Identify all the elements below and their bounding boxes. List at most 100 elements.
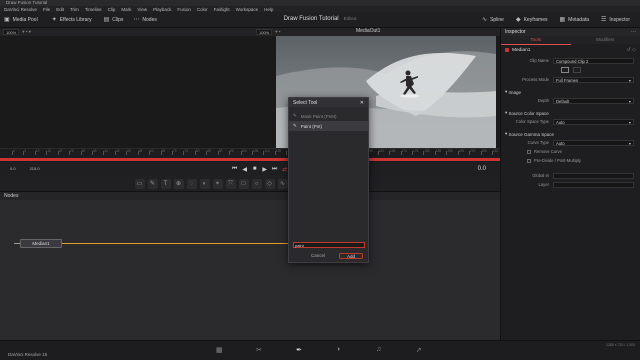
section-source-gamma[interactable]: ▾ Source Gamma Space <box>501 130 640 138</box>
blur-tool-icon[interactable]: ◌ <box>186 178 197 189</box>
mask-bspline-icon[interactable]: ∿ <box>277 178 288 189</box>
image-view-icon[interactable] <box>560 67 569 73</box>
menu-fusion[interactable]: Fusion <box>177 7 191 12</box>
go-to-end-icon[interactable]: ⏭ <box>270 166 280 173</box>
mask-rect-icon[interactable]: □ <box>238 178 249 189</box>
spline-icon: ∿ <box>482 17 488 23</box>
ruler-tick-label: 85 <box>207 149 211 153</box>
ruler-tick-label: 65 <box>161 149 166 153</box>
text-tool-icon[interactable]: T <box>160 178 171 189</box>
reset-icon[interactable]: ↺ ◇ <box>627 47 636 53</box>
median-node[interactable]: Median1 <box>20 239 62 248</box>
color-space-type-select[interactable]: Auto ▾ <box>553 118 634 125</box>
layer-row: Layer <box>501 180 640 189</box>
inspector-button[interactable]: ☰ Inspector <box>597 12 634 28</box>
nodes-canvas[interactable] <box>0 200 500 340</box>
dialog-item-paint[interactable]: ✎ Paint (Pnt) <box>289 121 368 131</box>
ruler-tick-label: 5 <box>24 149 27 153</box>
left-viewer-bar: 100% ▾ ▪ ▾ <box>0 28 272 36</box>
pre-divide-row[interactable]: Pre-Divide / Post-Multiply <box>501 156 640 165</box>
ruler-tick-label: 165 <box>390 149 396 153</box>
spline-button[interactable]: ∿ Spline <box>478 12 508 28</box>
ruler-tick-label: 110 <box>264 149 270 153</box>
background-tool-icon[interactable]: ▭ <box>134 178 145 189</box>
keyframes-button[interactable]: ◆ Keyframes <box>512 12 552 28</box>
metadata-icon: ▦ <box>559 17 566 23</box>
nodes-button[interactable]: ⋯ Nodes <box>129 12 160 28</box>
curve-type-select[interactable]: Auto ▾ <box>553 139 634 146</box>
menu-color[interactable]: Color <box>197 7 208 12</box>
remove-curve-row[interactable]: Remove Curve <box>501 147 640 156</box>
menu-fairlight[interactable]: Fairlight <box>214 7 230 12</box>
layer-field[interactable] <box>553 181 634 188</box>
go-to-start-icon[interactable]: ⏮ <box>230 166 240 173</box>
ruler-tick-label: 10 <box>35 149 40 153</box>
dialog-item-mask-paint[interactable]: ✎ Mask Paint (PnM) <box>289 111 368 121</box>
ruler-tick-label: 200 <box>470 149 476 153</box>
ruler-tick-label: 40 <box>104 149 108 153</box>
inspector-icon: ☰ <box>601 17 607 23</box>
ruler-tick-label: 20 <box>58 149 63 153</box>
start-time[interactable]: 0.0 <box>8 166 18 172</box>
add-button[interactable]: Add <box>339 253 363 259</box>
current-frame[interactable]: 0.0 <box>478 166 486 172</box>
node-color-icon <box>505 48 509 52</box>
color-page-icon[interactable]: ◑ <box>336 346 340 353</box>
media-page-icon[interactable]: ▦ <box>216 346 223 354</box>
tab-tools[interactable]: Tools <box>501 36 571 45</box>
global-in-row: Global In <box>501 171 640 180</box>
stop-icon[interactable]: ■ <box>250 166 260 172</box>
node-name: Median1 <box>512 47 531 53</box>
depth-select[interactable]: Default ▾ <box>553 97 634 104</box>
fusion-page-icon[interactable]: ✒ <box>296 346 302 354</box>
left-zoom-field[interactable]: 100% <box>3 29 20 35</box>
media-pool-button[interactable]: ▣ Media Pool <box>0 12 42 28</box>
cut-page-icon[interactable]: ✂ <box>256 346 262 354</box>
global-in-field[interactable] <box>553 172 634 179</box>
ruler-tick-label: 70 <box>173 149 177 153</box>
more-icon[interactable]: ⋯ <box>631 29 636 35</box>
viewer-options-icon[interactable]: ▾ ▪ ▾ <box>22 29 31 35</box>
menu-help[interactable]: Help <box>264 7 273 12</box>
color-space-type-row: Color Space Type Auto ▾ <box>501 117 640 126</box>
timeline-ruler[interactable]: 0 5 10 15 20 25 30 35 40 45 50 55 60 65 70 75 80 85 90 95 10… <box>0 148 500 158</box>
transform-tool-icon[interactable]: ⤧ <box>225 178 236 189</box>
tab-modifiers[interactable]: Modifiers <box>571 36 640 44</box>
deliver-page-icon[interactable]: ➚ <box>416 346 422 354</box>
cancel-button[interactable]: Cancel <box>307 253 329 259</box>
playhead-range[interactable] <box>0 158 500 161</box>
menu-workspace[interactable]: Workspace <box>236 7 258 12</box>
metadata-button[interactable]: ▦ Metadata <box>556 12 594 28</box>
close-icon[interactable]: ✕ <box>360 100 364 106</box>
mask-ellipse-icon[interactable]: ○ <box>251 178 262 189</box>
clip-name-field[interactable]: Compound Clip 2 <box>553 57 634 64</box>
end-time[interactable]: 215.0 <box>28 166 42 172</box>
select-tool-dialog: Select Tool ✕ ✎ Mask Paint (PnM) ✎ Paint… <box>288 97 369 263</box>
list-view-icon[interactable] <box>572 67 581 73</box>
ruler-tick-label: 75 <box>184 149 188 153</box>
ruler-tick-label: 210 <box>493 149 499 153</box>
section-image[interactable]: ▾ Image <box>501 88 640 96</box>
dialog-header: Select Tool ✕ <box>289 98 368 107</box>
process-mode-select[interactable]: Full Frames ▾ <box>553 76 634 83</box>
ruler-tick-label: 115 <box>275 149 281 153</box>
merge-tool-icon[interactable]: ⊕ <box>173 178 184 189</box>
fusion-toolstrip: ▭ ✎ T ⊕ ◌ ◐ ⌖ ⤧ □ ○ ◇ ∿ ⁘ ◈ ◧ ✺ ▣ ⊞ <box>0 176 500 192</box>
pre-divide-checkbox[interactable] <box>527 158 531 163</box>
clips-button[interactable]: ▤ Clips <box>100 12 128 28</box>
right-zoom-field[interactable]: 100% <box>256 29 273 35</box>
process-mode-row: Process Mode Full Frames ▾ <box>501 75 640 84</box>
section-source-color-space[interactable]: ▾ Source Color Space <box>501 109 640 117</box>
mask-polygon-icon[interactable]: ◇ <box>264 178 275 189</box>
remove-curve-checkbox[interactable] <box>527 149 531 154</box>
play-icon[interactable]: ▶ <box>260 166 270 173</box>
paint-tool-icon[interactable]: ✎ <box>147 178 158 189</box>
effects-icon: ✦ <box>51 17 57 23</box>
effects-library-button[interactable]: ✦ Effects Library <box>48 12 96 28</box>
tracker-tool-icon[interactable]: ⌖ <box>212 178 223 189</box>
color-tool-icon[interactable]: ◐ <box>199 178 210 189</box>
dialog-search-input[interactable]: paint <box>293 242 365 248</box>
play-reverse-icon[interactable]: ◀ <box>240 166 250 173</box>
viewer-options-right-icon[interactable]: ▾ ▪ <box>275 29 280 35</box>
fairlight-page-icon[interactable]: ♫ <box>376 346 381 353</box>
